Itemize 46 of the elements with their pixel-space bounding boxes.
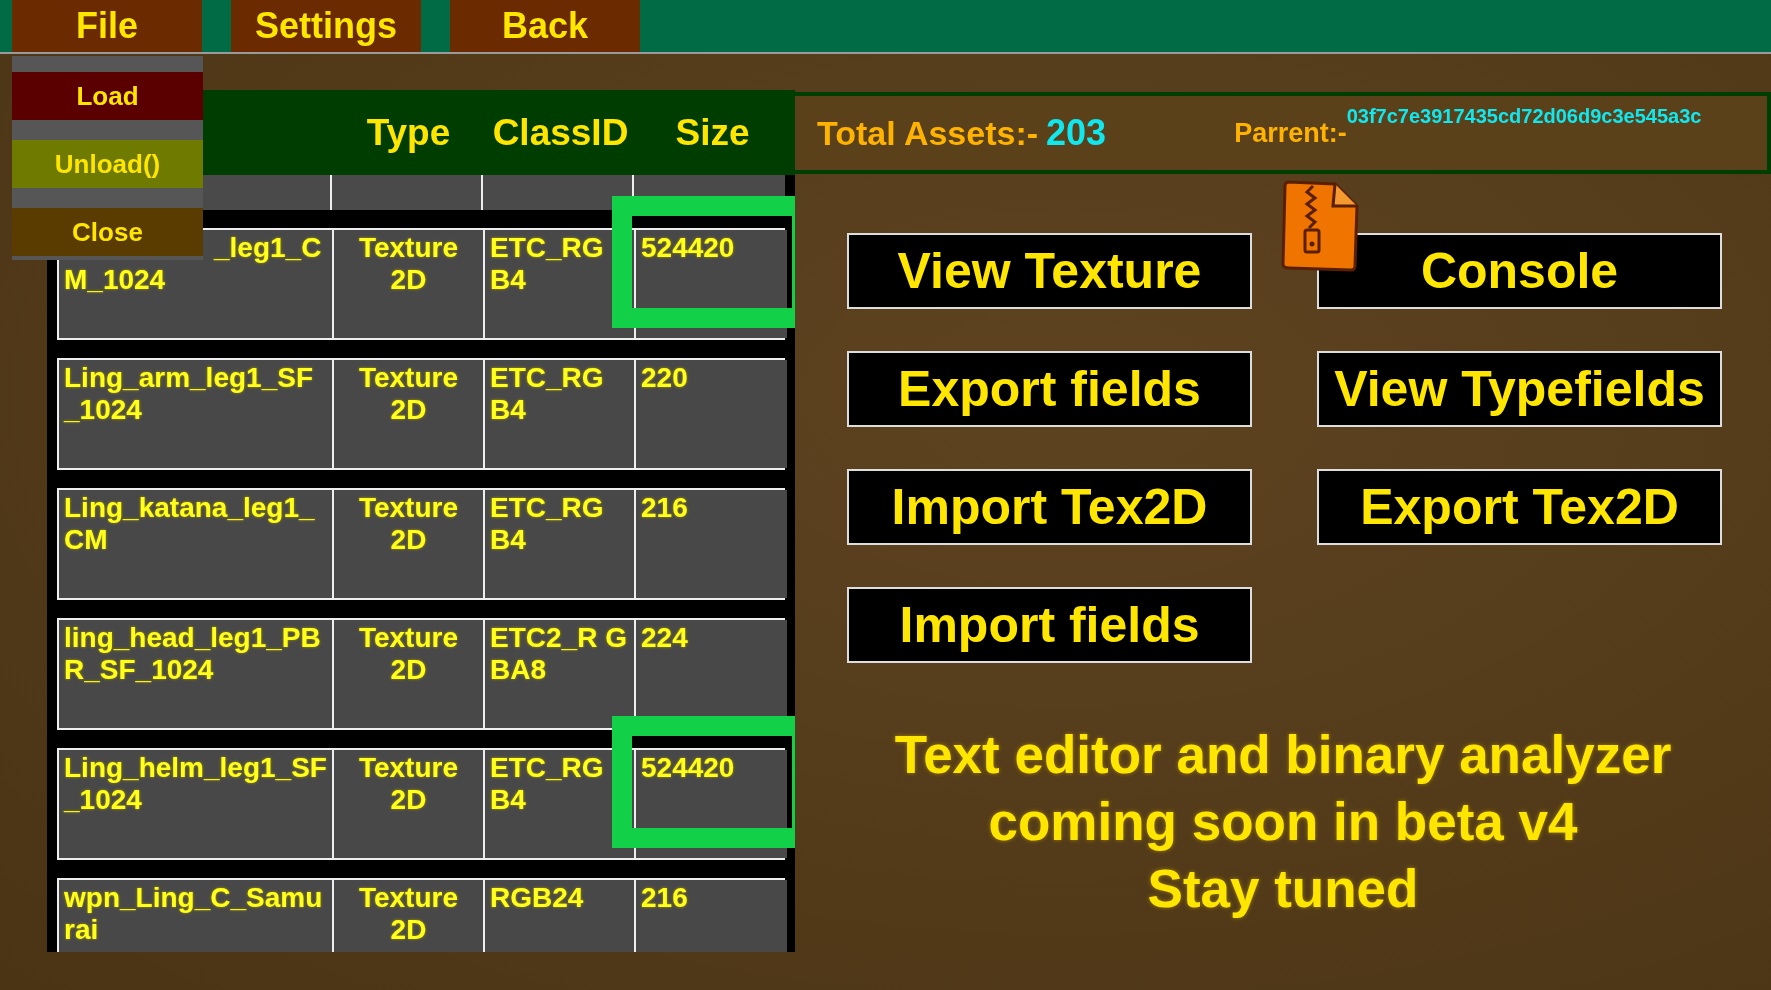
parent-hash: 03f7c7e3917435cd72d06d9c3e545a3c — [1346, 106, 1703, 126]
column-header: Size — [674, 111, 751, 154]
table-row[interactable]: Ling_helm_leg1_SF_1024 Texture 2D ETC_RG B4 524420 — [57, 748, 785, 860]
table-cell: ETC2_R GBA8 — [485, 620, 634, 728]
table-cell: wpn_Ling_C_Samurai — [59, 880, 332, 952]
table-row[interactable]: Ling_arm_leg1_SF_1024 Texture 2D ETC_RG B4 220 — [57, 358, 785, 470]
column-header: Type — [365, 111, 452, 154]
action-button[interactable]: Console — [1317, 233, 1722, 309]
table-cell: ETC_RG B4 — [485, 490, 634, 598]
table-cell: Ling_arm_leg1_SF_1024 — [59, 360, 332, 468]
menu-button[interactable]: File — [12, 0, 202, 52]
table-row[interactable]: Ling_katana_leg1_CM Texture 2D ETC_RG B4 216 — [57, 488, 785, 600]
action-button[interactable]: Export fields — [847, 351, 1252, 427]
notice-text: Text editor and binary analyzer — [894, 724, 1672, 786]
parent-label: Parrent:- — [1234, 117, 1347, 149]
menu-item[interactable]: Close — [12, 208, 203, 256]
table-cell: 216 — [636, 490, 787, 598]
table-cell: Ling_katana_leg1_CM — [59, 490, 332, 598]
action-button[interactable]: View Texture — [847, 233, 1252, 309]
action-button[interactable]: View Typefields — [1317, 351, 1722, 427]
table-cell: ling_head_leg1_PBR_SF_1024 — [59, 620, 332, 728]
total-assets-label: Total Assets:- — [817, 113, 1039, 153]
menu-item[interactable]: Unload() — [12, 140, 203, 188]
table-cell: 220 — [636, 360, 787, 468]
table-row[interactable]: ling_head_leg1_PBR_SF_1024 Texture 2D ETC2_R GBA8 224 — [57, 618, 785, 730]
menu-button[interactable]: Back — [450, 0, 640, 52]
table-cell: Texture 2D — [334, 230, 483, 338]
table-cell: Texture 2D — [334, 750, 483, 858]
action-button[interactable]: Export Tex2D — [1317, 469, 1722, 545]
notice-text: Stay tuned — [1147, 858, 1419, 920]
column-header: ClassID — [491, 111, 630, 154]
table-cell: Texture 2D — [334, 880, 483, 952]
table-cell: Ling_helm_leg1_SF_1024 — [59, 750, 332, 858]
action-button[interactable]: Import fields — [847, 587, 1252, 663]
menu-button[interactable]: Settings — [231, 0, 421, 52]
table-cell: ETC_RG B4 — [485, 360, 634, 468]
table-cell: 216 — [636, 880, 787, 952]
table-cell: Texture 2D — [334, 620, 483, 728]
notice-text: coming soon in beta v4 — [988, 791, 1578, 853]
table-cell: Texture 2D — [334, 360, 483, 468]
table-row[interactable]: wpn_Ling_C_Samurai Texture 2D RGB24 216 — [57, 878, 785, 952]
table-cell: RGB24 — [485, 880, 634, 952]
menu-item[interactable]: Load — [12, 72, 203, 120]
table-cell: Texture 2D — [334, 490, 483, 598]
total-assets-value: 203 — [1046, 112, 1107, 154]
action-button[interactable]: Import Tex2D — [847, 469, 1252, 545]
